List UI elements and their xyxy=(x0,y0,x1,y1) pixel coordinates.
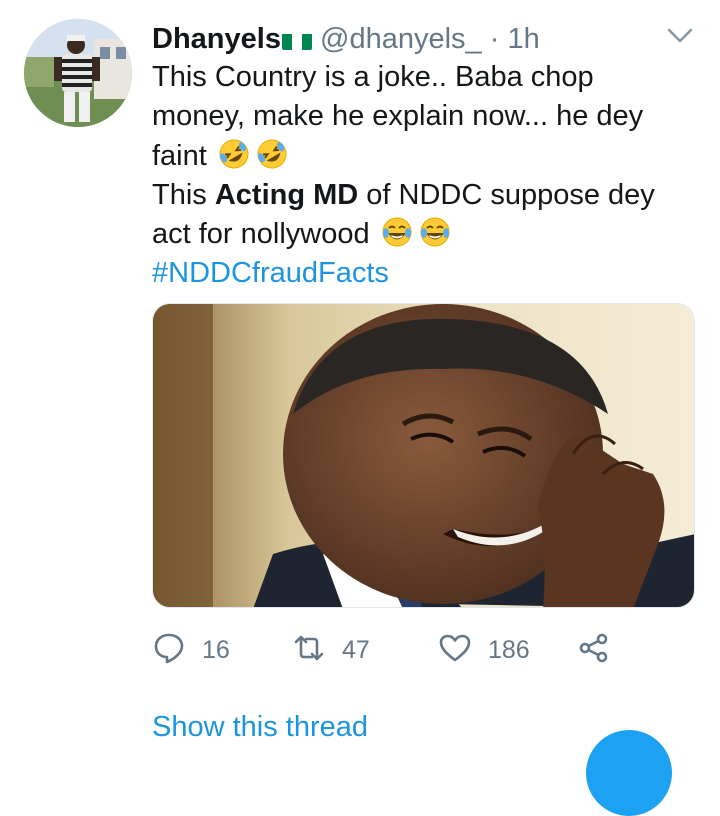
rolling-on-floor-laughing-icon xyxy=(256,138,288,170)
tweet-header: Dhanyels @dhanyels_ · 1h xyxy=(152,20,672,58)
hashtag-link[interactable]: #NDDCfraudFacts xyxy=(152,257,389,289)
tweet-text: This Country is a joke.. Baba chop money… xyxy=(152,58,692,294)
compose-tweet-button[interactable] xyxy=(586,730,672,816)
avatar[interactable] xyxy=(24,19,132,127)
tweet-bold-text: Acting MD xyxy=(214,178,359,211)
face-with-tears-of-joy-icon xyxy=(381,216,413,248)
tweet-line-2-start: This xyxy=(152,178,215,211)
avatar-photo xyxy=(24,19,132,127)
reply-button[interactable]: 16 xyxy=(152,628,230,672)
like-count: 186 xyxy=(488,635,530,664)
separator-dot: · xyxy=(489,23,500,55)
rolling-on-floor-laughing-icon xyxy=(218,138,250,170)
show-thread-link[interactable]: Show this thread xyxy=(152,708,368,746)
retweet-icon xyxy=(292,631,326,670)
tweet-paragraph-3: #NDDCfraudFacts xyxy=(152,254,692,293)
reply-count: 16 xyxy=(202,635,230,664)
timestamp[interactable]: 1h xyxy=(507,23,539,55)
display-name[interactable]: Dhanyels xyxy=(152,23,281,55)
user-handle[interactable]: @dhanyels_ xyxy=(320,23,482,55)
tweet-actions: 16 47 186 xyxy=(152,628,672,672)
face-with-tears-of-joy-icon xyxy=(419,216,451,248)
reply-icon xyxy=(152,631,186,670)
tweet-photo[interactable] xyxy=(152,303,695,608)
laughing-man-photo xyxy=(153,304,694,607)
share-button[interactable] xyxy=(577,628,611,672)
share-icon xyxy=(577,631,611,670)
tweet-paragraph-1: This Country is a joke.. Baba chop money… xyxy=(152,58,692,176)
chevron-down-icon[interactable] xyxy=(666,26,694,46)
nigeria-flag-icon xyxy=(281,28,312,50)
tweet-paragraph-2: This Acting MD of NDDC suppose dey act f… xyxy=(152,176,692,255)
like-button[interactable]: 186 xyxy=(438,628,530,672)
retweet-button[interactable]: 47 xyxy=(292,628,370,672)
retweet-count: 47 xyxy=(342,635,370,664)
heart-icon xyxy=(438,631,472,670)
